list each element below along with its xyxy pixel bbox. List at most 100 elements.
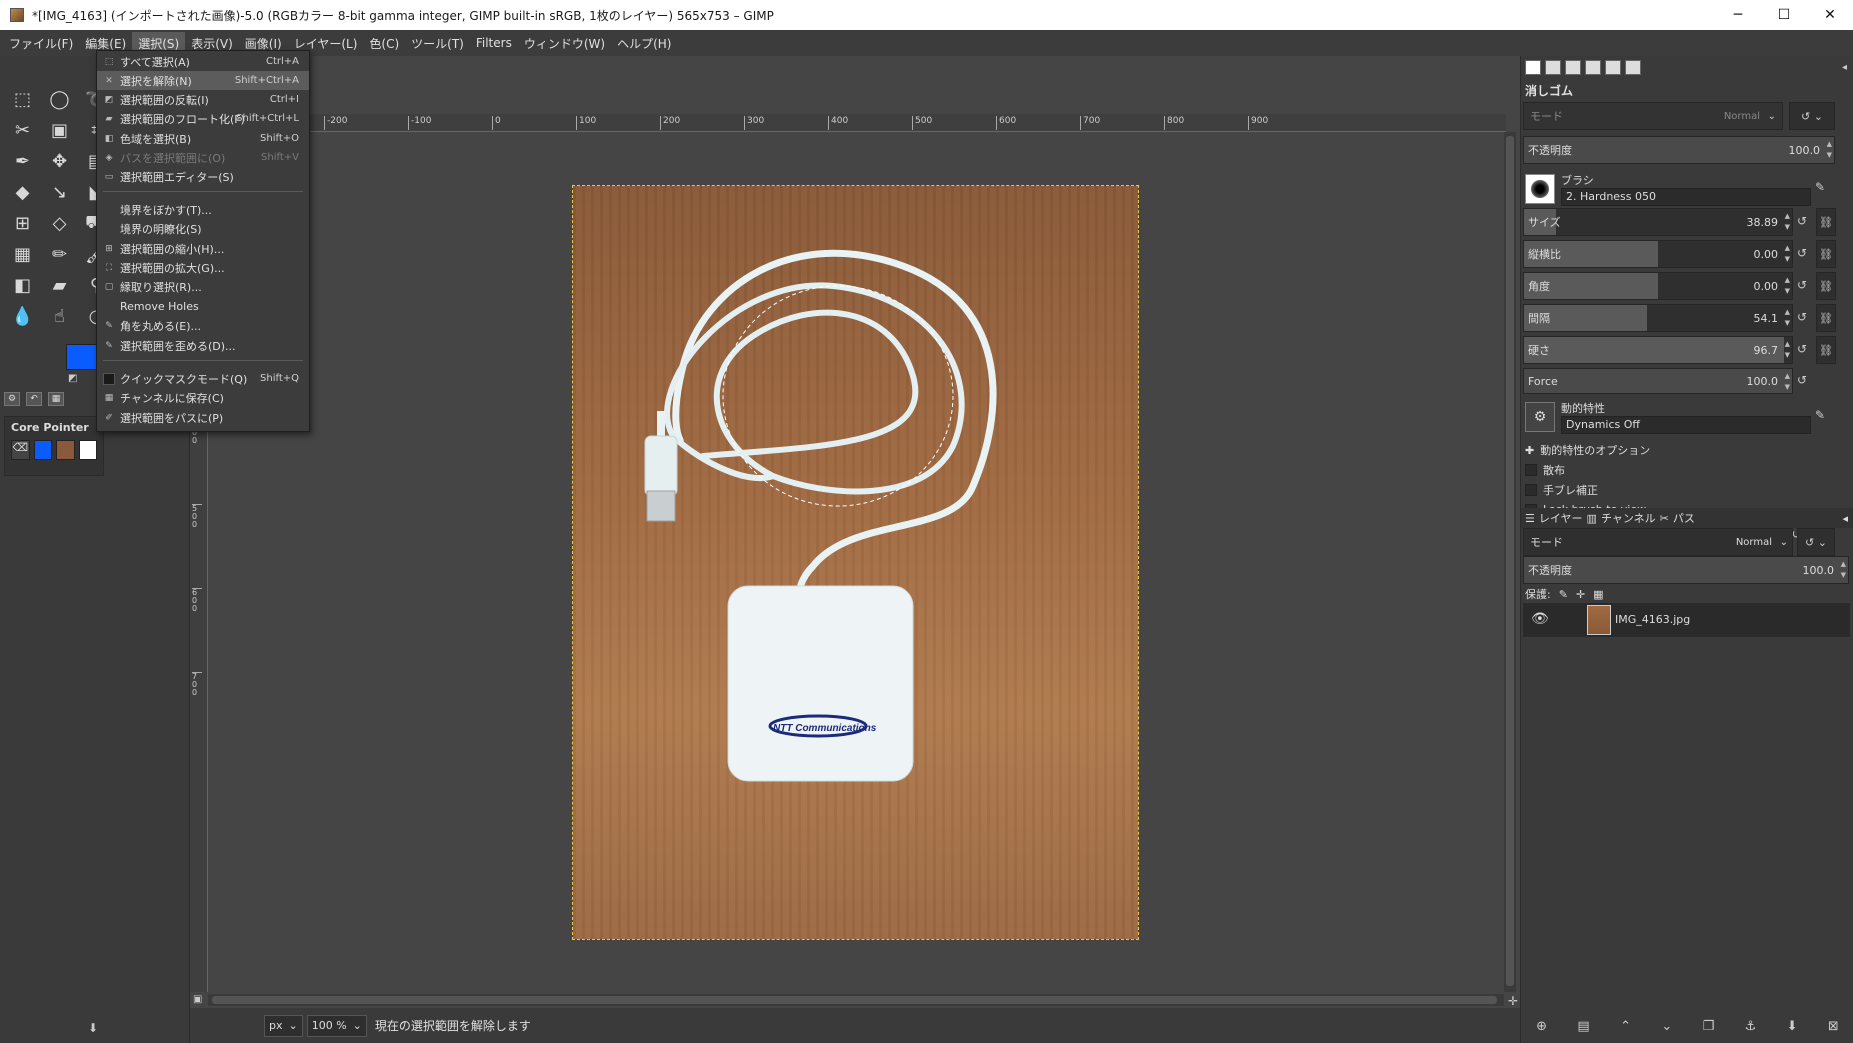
link-spacing-button[interactable]: ⛓ <box>1816 304 1836 332</box>
perspective-tool-icon[interactable]: ◇ <box>41 208 78 239</box>
brush-name-field[interactable]: 2. Hardness 050 <box>1561 188 1811 206</box>
layer-opacity-spinner[interactable]: ▲ ▼ <box>1841 559 1846 581</box>
dynamics-selector[interactable]: ⚙ 動的特性 Dynamics Off ✎ <box>1523 398 1835 438</box>
lock-position-icon[interactable]: ✛ <box>1576 588 1585 601</box>
maximize-button[interactable]: ☐ <box>1761 0 1807 30</box>
horizontal-scroll-thumb[interactable] <box>212 996 1497 1004</box>
link-size-button[interactable]: ⛓ <box>1816 208 1836 236</box>
lower-layer-icon[interactable]: ⌄ <box>1661 1019 1672 1034</box>
smudge-tool-icon[interactable]: ☝ <box>41 301 78 332</box>
link-hardness-button[interactable]: ⛓ <box>1816 336 1836 364</box>
merge-down-icon[interactable]: ⬇ <box>1787 1019 1798 1034</box>
hardness-spinner[interactable]: ▲ ▼ <box>1785 339 1790 361</box>
menu-item-float[interactable]: ▰ 選択範囲のフロート化(F) Shift+Ctrl+L <box>97 109 309 128</box>
transform-tool-icon[interactable]: ◆ <box>4 177 41 208</box>
reset-spacing-icon[interactable]: ↺ <box>1797 310 1807 324</box>
link-angle-button[interactable]: ⛓ <box>1816 272 1836 300</box>
layer-opacity-slider[interactable]: 不透明度 100.0 ▲ ▼ <box>1523 556 1849 584</box>
link-aspect-button[interactable]: ⛓ <box>1816 240 1836 268</box>
force-spinner[interactable]: ▲ ▼ <box>1785 371 1790 393</box>
tab-undo[interactable] <box>1565 60 1581 75</box>
edit-brush-icon[interactable]: ✎ <box>1815 180 1825 194</box>
tool-mode-select[interactable]: モード Normal ⌄ <box>1523 102 1783 130</box>
reset-aspect-icon[interactable]: ↺ <box>1797 246 1807 260</box>
edit-dynamics-icon[interactable]: ✎ <box>1815 408 1825 422</box>
menu-item-feather[interactable]: 境界をぼかす(T)... <box>97 200 309 219</box>
menu-tools[interactable]: ツール(T) <box>405 32 470 55</box>
menu-item-invert[interactable]: ◩ 選択範囲の反転(I) Ctrl+I <box>97 90 309 109</box>
tool-options-tab-icon[interactable]: ⚙ <box>4 392 20 406</box>
menu-item-select-all[interactable]: ⬚ すべて選択(A) Ctrl+A <box>97 52 309 71</box>
foreground-color-swatch[interactable] <box>66 344 100 370</box>
quickmask-toggle-icon[interactable]: ▣ <box>193 994 202 1005</box>
zoom-select[interactable]: 100 % ⌄ <box>306 1014 367 1037</box>
toolbox-menu-icon[interactable]: ⬇ <box>88 1021 98 1035</box>
menu-item-quickmask[interactable]: クイックマスクモード(Q) Shift+Q <box>97 369 309 388</box>
tab-dashboard[interactable] <box>1625 60 1641 75</box>
lock-pixels-icon[interactable]: ✎ <box>1559 588 1568 601</box>
tab-paths[interactable]: パス <box>1673 510 1695 526</box>
mode-reset-button[interactable]: ↺ ⌄ <box>1789 102 1835 130</box>
layer-name[interactable]: IMG_4163.jpg <box>1615 613 1690 626</box>
opacity-slider[interactable]: 不透明度 100.0 ▲ ▼ <box>1523 136 1835 164</box>
menu-item-rounded-rect[interactable]: ✎ 角を丸める(E)... <box>97 316 309 335</box>
reset-colors-icon[interactable]: ◩ <box>68 373 77 384</box>
tab-device-status[interactable] <box>1545 60 1561 75</box>
menu-item-save-to-channel[interactable]: ▦ チャンネルに保存(C) <box>97 388 309 407</box>
horizontal-scrollbar[interactable] <box>208 994 1504 1006</box>
spacing-slider[interactable]: 間隔 54.1 ▲ ▼ <box>1523 304 1793 332</box>
menu-item-by-color[interactable]: ◧ 色域を選択(B) Shift+O <box>97 129 309 148</box>
brush-preview[interactable] <box>1525 174 1555 204</box>
warp-tool-icon[interactable]: ↘ <box>41 177 78 208</box>
duplicate-layer-icon[interactable]: ❐ <box>1703 1019 1715 1034</box>
minimize-button[interactable]: ─ <box>1715 0 1761 30</box>
hardness-slider[interactable]: 硬さ 96.7 ▲ ▼ <box>1523 336 1793 364</box>
image-canvas[interactable]: NTT Communications <box>572 185 1139 940</box>
menu-colors[interactable]: 色(C) <box>363 32 405 55</box>
tab-images[interactable] <box>1585 60 1601 75</box>
brush-selector[interactable]: ブラシ 2. Hardness 050 ✎ <box>1523 168 1835 208</box>
vertical-scroll-thumb[interactable] <box>1506 136 1514 986</box>
new-layer-icon[interactable]: ⊕ <box>1536 1019 1547 1034</box>
force-slider[interactable]: Force 100.0 ▲ ▼ <box>1523 368 1793 394</box>
reset-force-icon[interactable]: ↺ <box>1797 373 1807 387</box>
aspect-spinner[interactable]: ▲ ▼ <box>1785 243 1790 265</box>
ellipse-select-tool-icon[interactable]: ◯ <box>41 84 78 115</box>
size-spinner[interactable]: ▲ ▼ <box>1785 211 1790 233</box>
move-tool-icon[interactable]: ✥ <box>41 146 78 177</box>
undo-history-tab-icon[interactable]: ↶ <box>26 392 42 406</box>
new-layer-group-icon[interactable]: ▤ <box>1577 1019 1589 1034</box>
dynamics-name-field[interactable]: Dynamics Off <box>1561 416 1811 434</box>
tab-tool-options[interactable] <box>1525 60 1541 75</box>
vertical-scrollbar[interactable] <box>1504 132 1516 992</box>
dynamics-options-expander[interactable]: ✚ 動的特性のオプション <box>1525 442 1650 458</box>
menu-filters[interactable]: Filters <box>470 33 518 53</box>
visibility-eye-icon[interactable]: 👁 <box>1531 611 1549 627</box>
layer-mode-reset-button[interactable]: ↺ ⌄ <box>1797 528 1835 556</box>
menu-item-selection-editor[interactable]: ▭ 選択範囲エディター(S) <box>97 167 309 186</box>
tab-layers[interactable]: レイヤー <box>1539 510 1583 526</box>
menu-item-grow[interactable]: ⛶ 選択範囲の拡大(G)... <box>97 258 309 277</box>
blur-tool-icon[interactable]: 💧 <box>4 301 41 332</box>
anchor-layer-icon[interactable]: ⚓ <box>1745 1019 1757 1034</box>
reset-hardness-icon[interactable]: ↺ <box>1797 342 1807 356</box>
menu-item-select-none[interactable]: ✕ 選択を解除(N) Shift+Ctrl+A <box>97 71 309 90</box>
scissors-select-tool-icon[interactable]: ✂ <box>4 115 41 146</box>
layers-dock-menu-icon[interactable]: ◂ <box>1842 512 1848 525</box>
angle-spinner[interactable]: ▲ ▼ <box>1785 275 1790 297</box>
tab-channels[interactable]: チャンネル <box>1601 510 1656 526</box>
menu-item-remove-holes[interactable]: Remove Holes <box>97 297 309 316</box>
menu-item-border[interactable]: ▢ 縁取り選択(R)... <box>97 277 309 296</box>
spacing-spinner[interactable]: ▲ ▼ <box>1785 307 1790 329</box>
pencil-tool-icon[interactable]: ✏ <box>41 239 78 270</box>
menu-file[interactable]: ファイル(F) <box>3 32 79 55</box>
reset-size-icon[interactable]: ↺ <box>1797 214 1807 228</box>
eraser-tool-icon[interactable]: ◧ <box>4 270 41 301</box>
gradient-tool-icon[interactable]: ▦ <box>4 239 41 270</box>
size-slider[interactable]: サイズ 38.89 ▲ ▼ <box>1523 208 1793 236</box>
lock-alpha-icon[interactable]: ▦ <box>1593 588 1603 601</box>
menu-item-distort[interactable]: ✎ 選択範囲を歪める(D)... <box>97 336 309 355</box>
horizontal-ruler[interactable]: -200 -100 0 100 200 300 400 500 600 700 800 900 <box>210 114 1506 132</box>
cage-tool-icon[interactable]: ⊞ <box>4 208 41 239</box>
dock-menu-icon[interactable]: ◂ <box>1842 62 1847 73</box>
